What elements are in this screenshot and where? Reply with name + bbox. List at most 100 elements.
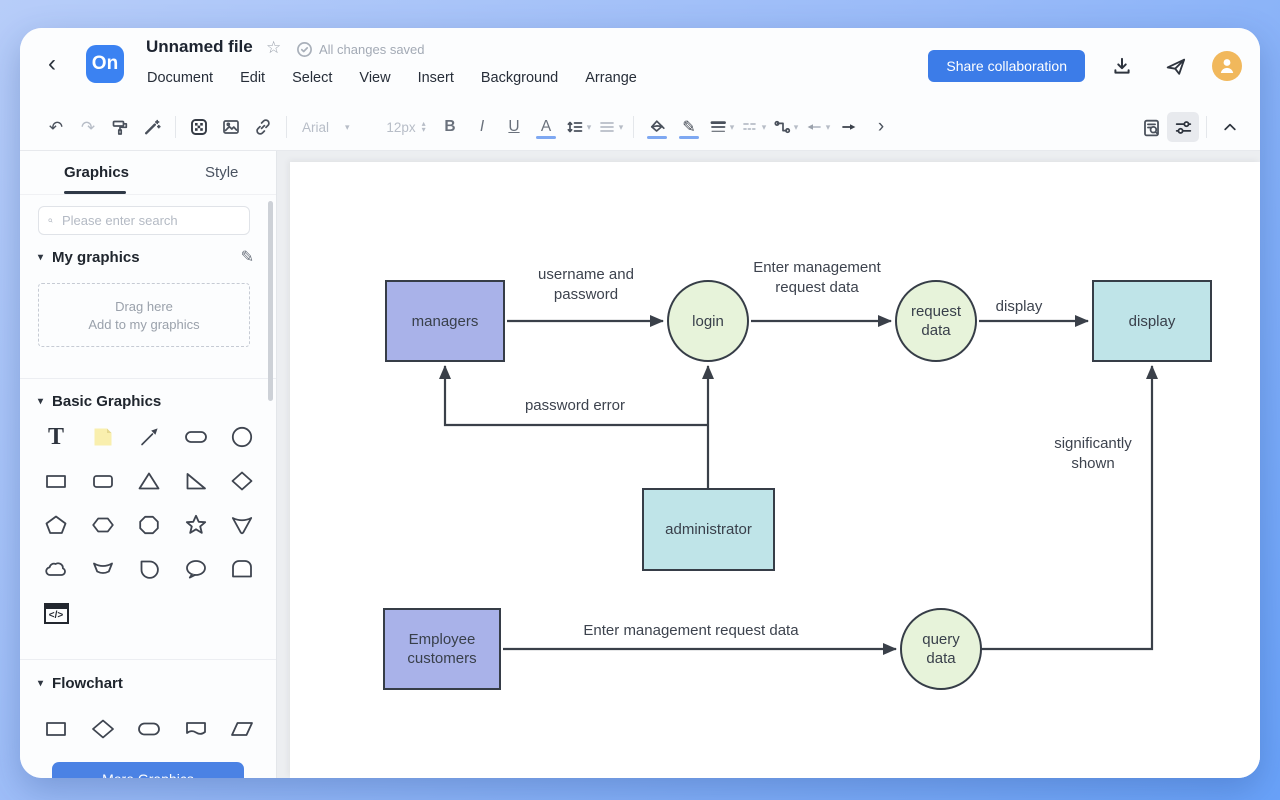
format-painter-icon[interactable] xyxy=(104,112,136,142)
flowchart-grid xyxy=(42,715,256,743)
edit-pencil-icon[interactable]: ✎ xyxy=(241,247,254,267)
menu-view[interactable]: View xyxy=(359,70,390,86)
shape-teardrop[interactable] xyxy=(135,555,163,583)
shape-right-triangle[interactable] xyxy=(182,467,210,495)
collapse-toolbar-icon[interactable] xyxy=(1214,112,1246,142)
node-query-data[interactable]: query data xyxy=(900,608,982,690)
shape-star[interactable] xyxy=(182,511,210,539)
transparent-fill-icon[interactable] xyxy=(183,112,215,142)
toolbar-more-icon[interactable]: › xyxy=(865,112,897,142)
line-height-button[interactable]: ▾ xyxy=(562,112,594,142)
sidebar-scrollbar[interactable] xyxy=(268,201,273,401)
redo-icon[interactable]: ↷ xyxy=(72,112,104,142)
caret-down-icon[interactable]: ▾ xyxy=(38,252,43,263)
bold-button[interactable]: B xyxy=(434,112,466,142)
app-logo[interactable]: On xyxy=(86,45,124,83)
magic-wand-icon[interactable] xyxy=(136,112,168,142)
line-style-button[interactable]: ▾ xyxy=(737,112,769,142)
tab-style[interactable]: Style xyxy=(205,164,238,181)
section-basic-graphics[interactable]: ▾ Basic Graphics xyxy=(38,393,161,410)
shape-decision[interactable] xyxy=(89,715,117,743)
shape-diamond[interactable] xyxy=(228,467,256,495)
share-collaboration-button[interactable]: Share collaboration xyxy=(928,50,1085,82)
stroke-color-button[interactable]: ✎ xyxy=(673,112,705,142)
person-icon xyxy=(1212,51,1242,81)
font-family-select[interactable]: Arial▾ xyxy=(294,112,378,142)
search-box[interactable] xyxy=(38,206,250,235)
basic-graphics-grid: T </> xyxy=(42,423,256,627)
font-size-stepper[interactable]: 12px ▴▾ xyxy=(378,112,434,142)
edge-label-enter-management-2[interactable]: Enter management request data xyxy=(561,621,821,641)
align-button[interactable]: ▾ xyxy=(594,112,626,142)
save-status: All changes saved xyxy=(296,41,425,58)
shape-half-rounded-rect[interactable] xyxy=(228,555,256,583)
menu-document[interactable]: Document xyxy=(147,70,213,86)
shape-sticky-note[interactable] xyxy=(89,423,117,451)
more-graphics-button[interactable]: More Graphics xyxy=(52,762,244,778)
section-flowchart[interactable]: ▾ Flowchart xyxy=(38,675,123,692)
shape-speech-bubble[interactable] xyxy=(182,555,210,583)
shape-rectangle[interactable] xyxy=(42,467,70,495)
menu-arrange[interactable]: Arrange xyxy=(585,70,637,86)
shape-document[interactable] xyxy=(182,715,210,743)
node-request-data[interactable]: request data xyxy=(895,280,977,362)
node-employee-customers[interactable]: Employee customers xyxy=(383,608,501,690)
search-input[interactable] xyxy=(60,212,240,229)
section-my-graphics[interactable]: ▾ My graphics xyxy=(38,249,140,266)
menu-edit[interactable]: Edit xyxy=(240,70,265,86)
arrow-start-button[interactable]: ▾ xyxy=(801,112,833,142)
send-icon[interactable] xyxy=(1159,51,1191,81)
underline-button[interactable]: U xyxy=(498,112,530,142)
shape-terminator[interactable] xyxy=(135,715,163,743)
download-icon[interactable] xyxy=(1106,51,1138,81)
connector-type-button[interactable]: ▾ xyxy=(769,112,801,142)
canvas-page[interactable]: managers login request data display admi… xyxy=(290,162,1260,778)
line-width-button[interactable]: ▾ xyxy=(705,112,737,142)
properties-panel-toggle[interactable] xyxy=(1167,112,1199,142)
shape-rounded-rect[interactable] xyxy=(182,423,210,451)
edge-label-significantly-shown[interactable]: significantly shown xyxy=(1038,434,1148,474)
shape-arrow[interactable] xyxy=(135,423,163,451)
insert-image-icon[interactable] xyxy=(215,112,247,142)
canvas-area[interactable]: managers login request data display admi… xyxy=(277,151,1260,778)
shape-text[interactable]: T xyxy=(42,423,70,451)
node-administrator[interactable]: administrator xyxy=(642,488,775,571)
menu-insert[interactable]: Insert xyxy=(418,70,454,86)
shape-arc-band[interactable] xyxy=(89,555,117,583)
shape-process[interactable] xyxy=(42,715,70,743)
shape-hexagon[interactable] xyxy=(89,511,117,539)
shape-circle[interactable] xyxy=(228,423,256,451)
back-icon[interactable]: ‹ xyxy=(48,50,56,78)
caret-down-icon[interactable]: ▾ xyxy=(38,678,43,689)
font-color-button[interactable]: A xyxy=(530,112,562,142)
favorite-star-icon[interactable]: ☆ xyxy=(266,38,281,58)
italic-button[interactable]: I xyxy=(466,112,498,142)
menu-select[interactable]: Select xyxy=(292,70,332,86)
shape-code-block[interactable]: </> xyxy=(42,599,70,627)
node-display[interactable]: display xyxy=(1092,280,1212,362)
edge-label-password-error[interactable]: password error xyxy=(505,396,645,416)
node-managers[interactable]: managers xyxy=(385,280,505,362)
link-icon[interactable] xyxy=(247,112,279,142)
drag-drop-zone[interactable]: Drag here Add to my graphics xyxy=(38,283,250,347)
edge-label-display[interactable]: display xyxy=(984,297,1054,317)
shape-pentagon[interactable] xyxy=(42,511,70,539)
shape-parallelogram[interactable] xyxy=(228,715,256,743)
menu-background[interactable]: Background xyxy=(481,70,558,86)
user-avatar[interactable] xyxy=(1212,51,1242,81)
find-replace-icon[interactable] xyxy=(1135,112,1167,142)
edge-label-enter-management[interactable]: Enter management request data xyxy=(737,258,897,298)
shape-octagon[interactable] xyxy=(135,511,163,539)
caret-down-icon[interactable]: ▾ xyxy=(38,396,43,407)
shape-rectangle-rounded[interactable] xyxy=(89,467,117,495)
fill-color-button[interactable] xyxy=(641,112,673,142)
edge-label-username-password[interactable]: username and password xyxy=(516,265,656,305)
arrow-end-button[interactable] xyxy=(833,112,865,142)
undo-icon[interactable]: ↶ xyxy=(40,112,72,142)
stepper-icons[interactable]: ▴▾ xyxy=(422,121,426,133)
tab-graphics[interactable]: Graphics xyxy=(64,164,129,181)
shape-cloud[interactable] xyxy=(42,555,70,583)
shape-cone[interactable] xyxy=(228,511,256,539)
file-title[interactable]: Unnamed file xyxy=(146,37,253,57)
shape-triangle[interactable] xyxy=(135,467,163,495)
